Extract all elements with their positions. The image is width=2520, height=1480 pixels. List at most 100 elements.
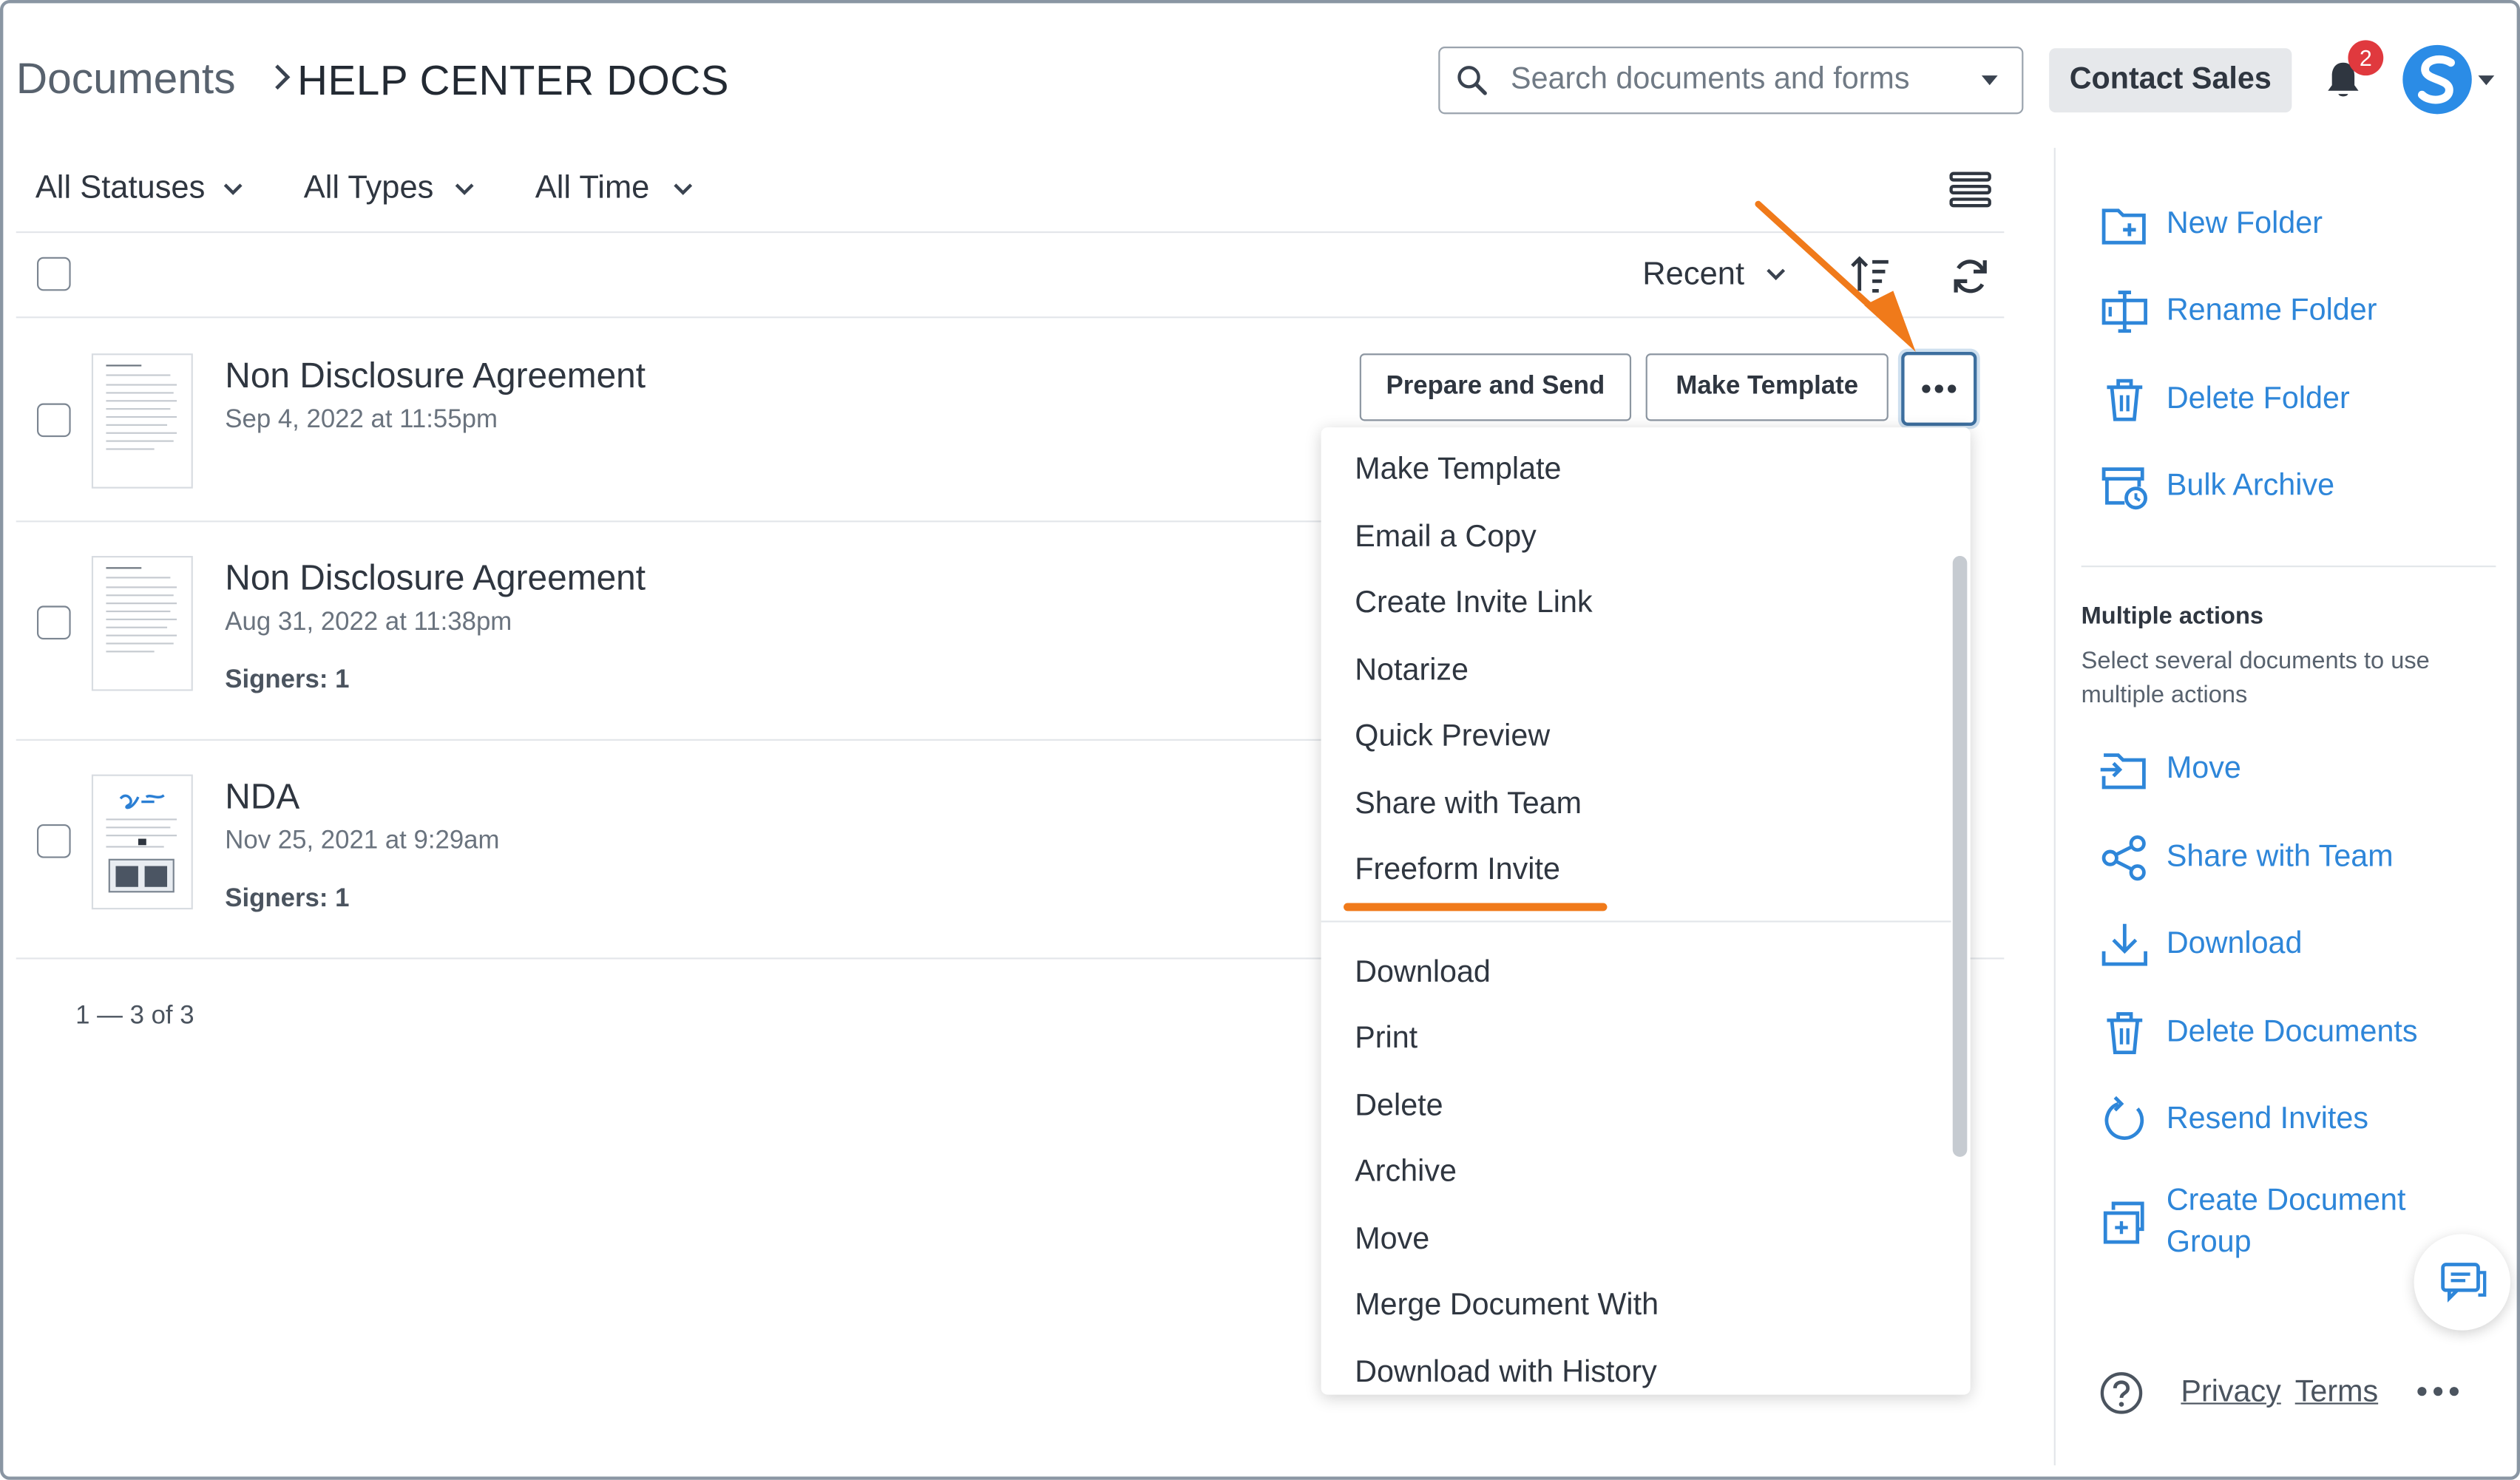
breadcrumb-documents[interactable]: Documents xyxy=(16,55,236,104)
signnow-thumbnail-icon xyxy=(106,794,177,893)
document-thumbnail[interactable] xyxy=(91,774,193,910)
chat-button[interactable] xyxy=(2414,1234,2510,1331)
document-title[interactable]: Non Disclosure Agreement xyxy=(225,557,646,600)
sidebar-item-label: Download xyxy=(2166,927,2303,961)
rename-folder-icon xyxy=(2101,291,2147,333)
document-thumbnail[interactable] xyxy=(91,353,193,489)
document-thumbnail[interactable] xyxy=(91,556,193,691)
search-input[interactable] xyxy=(1507,58,1964,103)
sidebar-create-document-group[interactable]: Create Document Group xyxy=(2099,1184,2440,1260)
divider xyxy=(16,520,1321,523)
menu-item-download[interactable]: Download xyxy=(1355,956,1491,991)
menu-item-move[interactable]: Move xyxy=(1355,1223,1429,1258)
multiple-actions-description: Select several documents to use multiple… xyxy=(2081,647,2430,709)
signers-count: Signers: 1 xyxy=(225,885,350,913)
sidebar-download[interactable]: Download xyxy=(2099,917,2303,972)
document-date: Aug 31, 2022 at 11:38pm xyxy=(225,608,512,637)
notification-badge: 2 xyxy=(2348,40,2384,76)
help-icon[interactable] xyxy=(2099,1371,2144,1416)
menu-item-share-with-team[interactable]: Share with Team xyxy=(1355,787,1582,823)
sidebar-item-label: Delete Documents xyxy=(2166,1015,2418,1050)
filter-time[interactable]: All Time xyxy=(535,170,650,207)
menu-item-print[interactable]: Print xyxy=(1355,1022,1418,1057)
search-box[interactable] xyxy=(1438,47,2024,115)
terms-link[interactable]: Terms xyxy=(2295,1375,2378,1411)
pagination-info: 1 — 3 of 3 xyxy=(75,1002,194,1031)
menu-item-archive[interactable]: Archive xyxy=(1355,1155,1457,1191)
divider xyxy=(16,316,2005,319)
signers-count: Signers: 1 xyxy=(225,666,350,694)
document-checkbox[interactable] xyxy=(36,403,71,438)
search-icon xyxy=(1457,66,1487,95)
menu-item-make-template[interactable]: Make Template xyxy=(1355,453,1561,489)
resend-icon xyxy=(2104,1096,2144,1140)
document-checkbox[interactable] xyxy=(36,605,71,640)
sidebar-resend-invites[interactable]: Resend Invites xyxy=(2099,1093,2368,1147)
sidebar-rename-folder[interactable]: Rename Folder xyxy=(2099,285,2377,339)
avatar[interactable] xyxy=(2402,44,2472,115)
sidebar-item-label: Create Document Group xyxy=(2166,1184,2406,1260)
menu-item-notarize[interactable]: Notarize xyxy=(1355,654,1469,690)
trash-icon xyxy=(2107,1012,2143,1055)
new-folder-icon xyxy=(2101,208,2146,245)
select-all-checkbox[interactable] xyxy=(36,257,71,291)
privacy-link[interactable]: Privacy xyxy=(2181,1375,2280,1411)
document-group-icon xyxy=(2103,1201,2144,1244)
share-icon xyxy=(2101,835,2146,881)
sidebar-item-label: Bulk Archive xyxy=(2166,469,2335,503)
document-title[interactable]: NDA xyxy=(225,776,299,818)
chevron-down-icon xyxy=(674,183,693,195)
sidebar-item-label: Resend Invites xyxy=(2166,1101,2369,1136)
menu-divider xyxy=(1321,920,1951,923)
sidebar-bulk-archive[interactable]: Bulk Archive xyxy=(2099,460,2335,515)
contact-sales-button[interactable]: Contact Sales xyxy=(2049,48,2292,113)
more-dots-icon[interactable] xyxy=(2416,1382,2461,1401)
breadcrumb-current-folder: HELP CENTER DOCS xyxy=(297,56,730,105)
menu-item-delete[interactable]: Delete xyxy=(1355,1090,1443,1125)
menu-item-merge-document[interactable]: Merge Document With xyxy=(1355,1289,1659,1324)
download-icon xyxy=(2101,923,2147,966)
menu-item-create-invite-link[interactable]: Create Invite Link xyxy=(1355,586,1592,622)
chevron-down-icon xyxy=(223,183,243,195)
menu-item-email-copy[interactable]: Email a Copy xyxy=(1355,520,1537,556)
sidebar-item-label: Rename Folder xyxy=(2166,293,2377,328)
list-view-icon[interactable] xyxy=(1949,170,1991,208)
refresh-icon[interactable] xyxy=(1949,256,1991,298)
sidebar-item-label: Move xyxy=(2166,752,2241,786)
menu-item-download-with-history[interactable]: Download with History xyxy=(1355,1356,1657,1391)
chat-icon xyxy=(2441,1263,2487,1303)
document-title[interactable]: Non Disclosure Agreement xyxy=(225,355,646,397)
sidebar-item-label: Share with Team xyxy=(2166,840,2394,875)
menu-item-quick-preview[interactable]: Quick Preview xyxy=(1355,720,1550,756)
menu-scrollbar[interactable] xyxy=(1952,556,1968,1157)
archive-clock-icon xyxy=(2101,467,2147,510)
account-menu-caret-icon[interactable] xyxy=(2478,75,2495,86)
sidebar-divider xyxy=(2053,147,2056,1466)
search-dropdown-icon[interactable] xyxy=(1981,75,1998,86)
chevron-right-icon xyxy=(275,64,291,90)
filter-type[interactable]: All Types xyxy=(304,170,434,207)
prepare-and-send-button[interactable]: Prepare and Send xyxy=(1359,353,1632,421)
chevron-down-icon xyxy=(455,183,474,195)
filter-status[interactable]: All Statuses xyxy=(35,170,206,207)
divider xyxy=(16,231,2005,234)
document-date: Nov 25, 2021 at 9:29am xyxy=(225,827,500,855)
move-folder-icon xyxy=(2100,753,2146,790)
highlight-underline xyxy=(1344,903,1608,912)
sidebar-move[interactable]: Move xyxy=(2099,742,2241,797)
document-checkbox[interactable] xyxy=(36,824,71,858)
menu-item-freeform-invite[interactable]: Freeform Invite xyxy=(1355,853,1560,889)
sidebar-delete-folder[interactable]: Delete Folder xyxy=(2099,373,2350,427)
logo-s-icon xyxy=(2417,55,2455,104)
sidebar-item-label: Delete Folder xyxy=(2166,382,2350,416)
sidebar-item-label: New Folder xyxy=(2166,207,2323,242)
annotation-arrow-icon xyxy=(1755,200,1916,352)
document-date: Sep 4, 2022 at 11:55pm xyxy=(225,406,498,434)
sidebar-divider xyxy=(2081,566,2496,568)
multiple-actions-heading: Multiple actions xyxy=(2081,602,2263,630)
trash-icon xyxy=(2107,379,2143,421)
sidebar-new-folder[interactable]: New Folder xyxy=(2099,197,2323,252)
sidebar-share-with-team[interactable]: Share with Team xyxy=(2099,831,2394,886)
sort-dropdown[interactable]: Recent xyxy=(1642,257,1744,294)
sidebar-delete-documents[interactable]: Delete Documents xyxy=(2099,1006,2418,1061)
